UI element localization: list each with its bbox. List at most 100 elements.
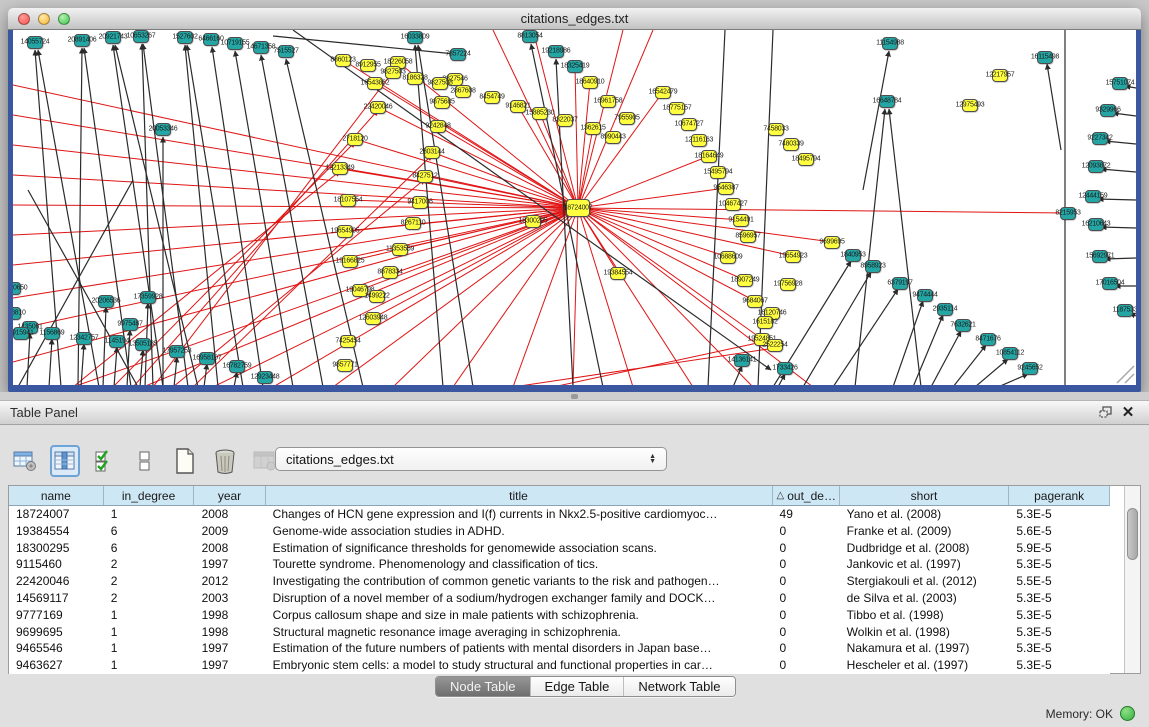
graph-edge[interactable] <box>913 315 943 385</box>
graph-edge[interactable] <box>350 208 578 261</box>
graph-edge[interactable] <box>13 208 578 330</box>
table-cell[interactable]: 5.9E-5 <box>1009 540 1110 557</box>
select-all-columns-button[interactable] <box>90 445 120 477</box>
close-panel-button[interactable]: ✕ <box>1117 404 1139 422</box>
table-cell[interactable]: 6 <box>104 540 195 557</box>
table-cell[interactable]: de Silva et al. (2003) <box>840 590 1010 607</box>
table-cell[interactable]: Embryonic stem cells: a model to study s… <box>266 657 773 674</box>
table-cell[interactable]: Investigating the contribution of common… <box>266 573 773 590</box>
graph-node[interactable]: 2522254 <box>767 339 783 352</box>
graph-node[interactable]: 18107554 <box>340 194 356 207</box>
graph-node[interactable]: 6379197 <box>892 277 908 290</box>
graph-edge[interactable] <box>578 208 728 257</box>
graph-node[interactable]: 7515527 <box>278 45 294 58</box>
graph-node[interactable]: 18640910 <box>582 76 598 89</box>
table-row[interactable]: 946554611997Estimation of the future num… <box>9 640 1110 657</box>
table-cell[interactable]: 19384554 <box>9 523 104 540</box>
table-row[interactable]: 977716911998Corpus callosum shape and si… <box>9 607 1110 624</box>
graph-node[interactable]: 12444159 <box>1085 190 1101 203</box>
graph-edge[interactable] <box>142 44 153 385</box>
graph-edge[interactable] <box>27 333 30 385</box>
graph-edge[interactable] <box>998 374 1028 385</box>
memory-status-indicator[interactable] <box>1120 706 1135 721</box>
graph-node[interactable]: 18300295 <box>525 215 541 228</box>
graph-node[interactable]: 10467427 <box>725 198 741 211</box>
graph-node[interactable]: 9417006 <box>412 196 428 209</box>
graph-edge[interactable] <box>578 188 726 208</box>
graph-node[interactable]: 1499222 <box>369 290 385 303</box>
table-cell[interactable]: 18724007 <box>9 506 104 523</box>
table-cell[interactable]: 9115460 <box>9 556 104 573</box>
graph-node[interactable]: 12213349 <box>332 162 348 175</box>
graph-node[interactable]: 14671358 <box>253 41 269 54</box>
graph-edge[interactable] <box>103 307 106 385</box>
graph-node[interactable]: 15751074 <box>1112 77 1128 90</box>
graph-node[interactable]: 6466160 <box>203 33 219 46</box>
table-cell[interactable]: 1998 <box>195 624 266 641</box>
graph-node[interactable]: 15692971 <box>1092 250 1108 263</box>
zoom-window-button[interactable] <box>58 13 70 25</box>
graph-node[interactable]: 9329966 <box>1100 104 1116 117</box>
graph-node[interactable]: 16958107 <box>199 352 215 365</box>
table-cell[interactable]: 0 <box>773 607 840 624</box>
graph-edge[interactable] <box>185 45 218 385</box>
graph-node[interactable]: 18724007 <box>566 199 590 217</box>
table-cell[interactable]: 5.5E-5 <box>1009 573 1110 590</box>
table-cell[interactable]: Estimation of the future numbers of pati… <box>266 640 773 657</box>
table-cell[interactable]: Dudbridge et al. (2008) <box>840 540 1010 557</box>
table-cell[interactable]: 1998 <box>195 607 266 624</box>
table-cell[interactable]: 0 <box>773 640 840 657</box>
graph-edge[interactable] <box>889 109 921 385</box>
graph-node[interactable]: 9975487 <box>122 318 138 331</box>
graph-node[interactable]: 12603948 <box>365 312 381 325</box>
table-cell[interactable]: 1 <box>104 506 195 523</box>
table-scrollbar[interactable] <box>1124 486 1140 673</box>
graph-edge[interactable] <box>49 339 52 385</box>
table-cell[interactable]: 2012 <box>195 573 266 590</box>
network-canvas[interactable]: 1405572420891406209217431065326715276026… <box>13 30 1136 385</box>
graph-node[interactable]: 1527602 <box>177 31 193 44</box>
graph-node[interactable]: 17016504 <box>1102 277 1118 290</box>
table-cell[interactable]: 9777169 <box>9 607 104 624</box>
graph-edge[interactable] <box>234 372 237 385</box>
graph-node[interactable]: 16542479 <box>655 86 671 99</box>
table-cell[interactable]: 0 <box>773 556 840 573</box>
graph-node[interactable]: 7857224 <box>450 48 466 61</box>
graph-node[interactable]: 11154988 <box>882 37 898 50</box>
graph-node[interactable]: 8878334 <box>382 266 398 279</box>
graph-edge[interactable] <box>153 65 398 385</box>
graph-node[interactable]: 9875685 <box>434 96 450 109</box>
table-cell[interactable]: 5.3E-5 <box>1009 590 1110 607</box>
table-row[interactable]: 911546021997Tourette syndrome. Phenomeno… <box>9 556 1110 573</box>
table-cell[interactable]: 5.3E-5 <box>1009 556 1110 573</box>
graph-node[interactable]: 20891406 <box>74 34 90 47</box>
graph-edge[interactable] <box>575 66 578 208</box>
graph-edge[interactable] <box>975 359 1008 385</box>
table-cell[interactable]: Changes of HCN gene expression and I(f) … <box>266 506 773 523</box>
graph-node[interactable]: 9857771 <box>337 359 353 372</box>
graph-edge[interactable] <box>115 45 198 385</box>
graph-node[interactable]: 20206536 <box>98 295 114 308</box>
graph-node[interactable]: 18164649 <box>701 150 717 163</box>
graph-edge[interactable] <box>578 208 618 273</box>
graph-node[interactable]: 9242848 <box>430 120 446 133</box>
graph-node[interactable]: 22420046 <box>370 101 386 114</box>
graph-node[interactable]: 11353559 <box>392 243 408 256</box>
scrollbar-thumb[interactable] <box>1127 508 1138 560</box>
table-cell[interactable]: 2009 <box>195 523 266 540</box>
graph-node[interactable]: 9154491 <box>733 214 749 227</box>
graph-node[interactable]: 8596957 <box>740 230 756 243</box>
graph-edge[interactable] <box>578 208 1068 213</box>
column-header-title[interactable]: title <box>266 486 773 506</box>
graph-node[interactable]: 1733426 <box>777 362 793 375</box>
graph-edge[interactable] <box>1047 64 1061 150</box>
graph-node[interactable]: 15495794 <box>710 166 726 179</box>
graph-edge[interactable] <box>187 45 243 385</box>
graph-edge[interactable] <box>953 345 986 385</box>
graph-node[interactable]: 9827503 <box>385 66 401 79</box>
table-cell[interactable]: Nakamura et al. (1997) <box>840 640 1010 657</box>
graph-node[interactable]: 1362615 <box>585 122 601 135</box>
graph-node[interactable]: 16782759 <box>229 360 245 373</box>
graph-node[interactable]: 2867608 <box>455 85 471 98</box>
tab-node-table[interactable]: Node Table <box>436 677 530 696</box>
